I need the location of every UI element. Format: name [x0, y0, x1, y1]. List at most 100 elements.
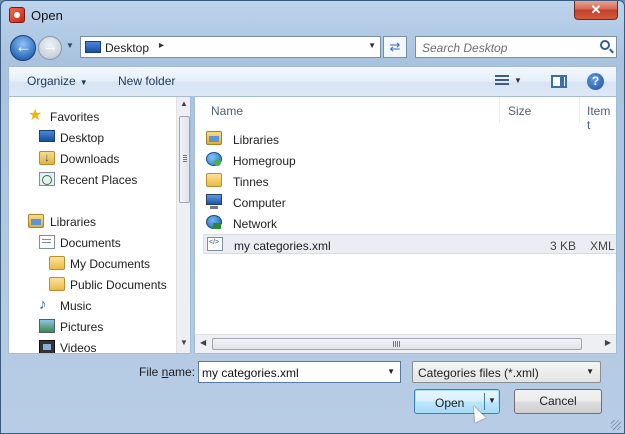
open-dialog: Open ✕ ▼ Desktop ▸ ▼ ⇄ Organize▼ New fol… — [0, 0, 625, 434]
recent-locations-dropdown[interactable]: ▼ — [64, 41, 76, 53]
file-row-homegroup[interactable]: Homegroup — [203, 150, 616, 170]
file-name: my categories.xml — [234, 239, 331, 253]
breadcrumb-desktop[interactable]: Desktop — [105, 41, 149, 55]
scroll-left-icon[interactable]: ◀ — [200, 338, 206, 347]
address-dropdown-icon[interactable]: ▼ — [368, 41, 376, 50]
chevron-down-icon: ▼ — [79, 78, 88, 87]
nav-item-label: Documents — [60, 236, 121, 250]
search-box[interactable] — [415, 36, 617, 58]
nav-item-label: Downloads — [60, 152, 120, 166]
back-button[interactable] — [10, 35, 36, 61]
navigation-scrollbar[interactable]: ▲ ▼ — [176, 97, 190, 353]
network-icon — [206, 215, 222, 229]
nav-item-label: Videos — [60, 341, 97, 354]
music-icon: ♪ — [39, 296, 47, 313]
nav-item-label: Public Documents — [70, 278, 167, 292]
resize-grip[interactable] — [611, 420, 621, 430]
cancel-button[interactable]: Cancel — [514, 389, 602, 414]
horizontal-scrollbar[interactable]: ◀ ▶ — [195, 334, 616, 353]
file-row-network[interactable]: Network — [203, 213, 616, 233]
nav-item-label: Pictures — [60, 320, 104, 334]
help-icon[interactable]: ? — [587, 73, 604, 90]
file-type-select[interactable]: Categories files (*.xml) ▼ — [412, 361, 601, 383]
column-divider[interactable] — [579, 97, 580, 123]
file-list-pane: Name Size Item t Libraries Homegroup Tin… — [194, 96, 617, 354]
folder-icon — [49, 277, 65, 291]
view-options-dropdown-icon[interactable]: ▼ — [514, 76, 522, 85]
file-name-label-pre: File — [139, 365, 162, 379]
star-icon: ★ — [28, 107, 43, 124]
file-row-my-categories-xml[interactable]: my categories.xml 3 KB XML D — [203, 234, 616, 254]
open-button-label: Open — [435, 396, 465, 410]
videos-icon — [39, 340, 55, 353]
change-view-icon[interactable] — [495, 75, 509, 87]
file-row-libraries[interactable]: Libraries — [203, 129, 616, 149]
refresh-button[interactable]: ⇄ — [383, 36, 407, 58]
command-bar: Organize ▼ New folder ▼ ? — [8, 66, 617, 96]
scroll-right-icon[interactable]: ▶ — [605, 338, 611, 347]
split-divider — [484, 393, 485, 410]
app-icon — [9, 7, 25, 23]
refresh-icon: ⇄ — [389, 39, 401, 54]
folder-icon — [49, 256, 65, 270]
scrollbar-thumb[interactable] — [212, 338, 582, 350]
close-icon: ✕ — [590, 2, 602, 17]
desktop-icon — [85, 41, 101, 53]
file-row-computer[interactable]: Computer — [203, 192, 616, 212]
scroll-up-icon[interactable]: ▲ — [180, 99, 188, 108]
downloads-folder-icon — [39, 150, 55, 165]
libraries-icon — [28, 214, 44, 228]
column-header-type[interactable]: Item t — [587, 104, 616, 132]
scroll-down-icon[interactable]: ▼ — [180, 338, 188, 347]
preview-pane-icon[interactable] — [551, 75, 567, 88]
column-header-name[interactable]: Name — [211, 104, 243, 118]
file-name: Libraries — [233, 133, 280, 147]
organize-button[interactable]: Organize ▼ — [27, 74, 88, 88]
breadcrumb-arrow-icon[interactable]: ▸ — [159, 40, 164, 51]
window-title: Open — [31, 8, 63, 23]
column-header-size[interactable]: Size — [508, 104, 531, 118]
search-icon[interactable] — [600, 40, 610, 50]
xml-file-icon — [207, 237, 223, 251]
organize-label: Organize — [27, 74, 76, 88]
homegroup-icon — [206, 152, 222, 166]
nav-item-label: Music — [60, 299, 92, 313]
pictures-icon — [39, 319, 55, 333]
user-folder-icon — [206, 173, 222, 187]
file-name-label: File name: — [139, 365, 195, 379]
search-input[interactable] — [422, 40, 592, 55]
nav-item-label: Recent Places — [60, 173, 138, 187]
libraries-icon — [206, 131, 222, 145]
computer-icon — [206, 194, 222, 209]
documents-icon — [39, 235, 55, 249]
nav-item-label: Favorites — [50, 110, 100, 124]
forward-button[interactable] — [38, 36, 62, 60]
navigation-pane: ★ Favorites Desktop Downloads Recent Pla… — [8, 96, 191, 354]
open-button[interactable]: Open ▼ — [414, 389, 500, 414]
file-name-label-post: ame: — [168, 365, 196, 379]
file-size: 3 KB — [549, 239, 576, 253]
open-options-dropdown-icon[interactable]: ▼ — [488, 396, 496, 405]
file-name: Tinnes — [233, 175, 269, 189]
chevron-down-icon: ▼ — [586, 367, 594, 376]
nav-item-label: My Documents — [70, 257, 151, 271]
file-name: Homegroup — [233, 154, 296, 168]
file-name: Network — [233, 217, 278, 231]
close-button[interactable]: ✕ — [574, 1, 618, 20]
chevron-down-icon[interactable]: ▼ — [387, 367, 395, 376]
title-bar[interactable]: Open ✕ — [1, 1, 624, 31]
new-folder-button[interactable]: New folder — [118, 74, 175, 88]
desktop-icon — [39, 130, 55, 142]
file-type: XML D — [590, 239, 616, 253]
file-row-tinnes[interactable]: Tinnes — [203, 171, 616, 191]
file-name: Computer — [233, 196, 286, 210]
file-type-value: Categories files (*.xml) — [418, 366, 539, 380]
nav-item-label: Desktop — [60, 131, 105, 145]
nav-item-label: Libraries — [50, 215, 97, 229]
column-divider[interactable] — [499, 97, 500, 123]
address-bar[interactable]: Desktop ▸ ▼ — [80, 36, 381, 58]
file-name-input[interactable] — [202, 365, 377, 380]
grip-icon — [183, 155, 187, 162]
scrollbar-thumb[interactable] — [179, 116, 190, 203]
file-name-combobox[interactable]: ▼ — [198, 361, 401, 383]
